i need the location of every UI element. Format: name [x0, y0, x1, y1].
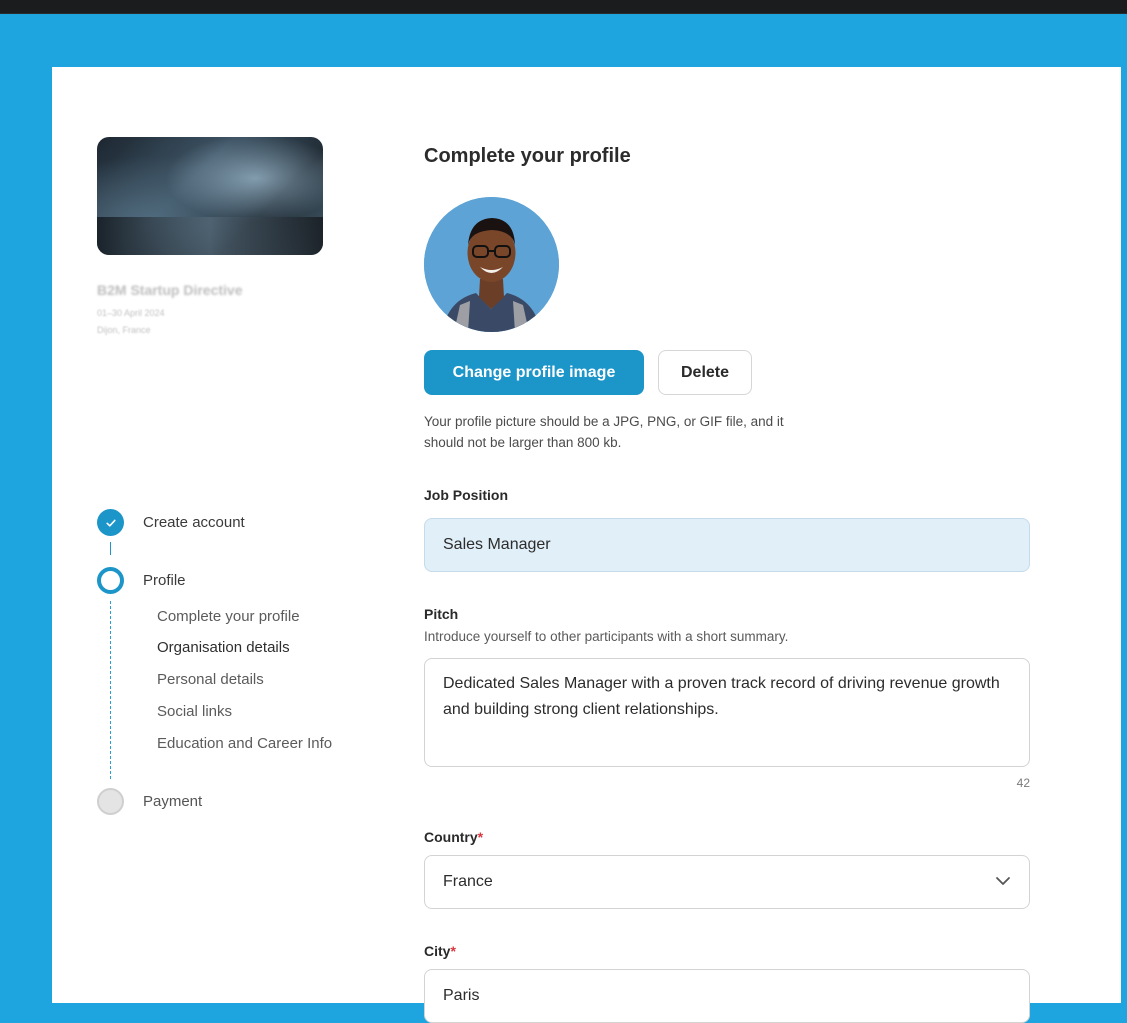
image-help-text: Your profile picture should be a JPG, PN…: [424, 414, 784, 450]
step-label: Create account: [143, 514, 245, 531]
country-label: Country*: [424, 829, 483, 845]
pitch-character-counter: 42: [1016, 776, 1030, 790]
pitch-label: Pitch: [424, 606, 459, 622]
city-field[interactable]: Paris: [424, 969, 1030, 1023]
step-payment[interactable]: Payment: [97, 788, 202, 815]
page-title: Complete your profile: [424, 145, 631, 167]
city-label-text: City: [424, 943, 451, 959]
avatar: [424, 197, 559, 332]
country-select[interactable]: France: [424, 855, 1030, 909]
country-label-text: Country: [424, 829, 478, 845]
pitch-textarea[interactable]: Dedicated Sales Manager with a proven tr…: [424, 658, 1030, 767]
delete-image-button[interactable]: Delete: [658, 350, 752, 395]
required-mark: *: [477, 829, 484, 845]
substep-connector: [110, 601, 111, 779]
chevron-down-icon: [995, 856, 1011, 908]
substep-complete-profile[interactable]: Complete your profile: [157, 605, 300, 628]
city-label: City*: [424, 943, 456, 959]
step-profile[interactable]: Profile: [97, 567, 186, 594]
event-image: [97, 137, 323, 255]
country-value: France: [443, 873, 493, 890]
event-title: B2M Startup Directive: [97, 282, 243, 298]
step-label: Payment: [143, 793, 203, 810]
stepper-connector: [110, 542, 111, 555]
change-profile-image-button[interactable]: Change profile image: [424, 350, 644, 395]
top-bar: [0, 0, 1127, 14]
event-location: Dijon, France: [97, 325, 151, 335]
substep-social-links[interactable]: Social links: [157, 700, 232, 723]
circle-icon: [97, 788, 124, 815]
ring-icon: [97, 567, 124, 594]
substep-education-career[interactable]: Education and Career Info: [157, 732, 347, 755]
step-create-account[interactable]: Create account: [97, 509, 245, 536]
substep-personal-details[interactable]: Personal details: [157, 668, 264, 691]
substep-organisation-details[interactable]: Organisation details: [157, 636, 290, 659]
event-date: 01–30 April 2024: [97, 308, 165, 318]
job-position-field[interactable]: Sales Manager: [424, 518, 1030, 572]
required-mark: *: [450, 943, 456, 959]
registration-card: B2M Startup Directive 01–30 April 2024 D…: [52, 67, 1121, 1023]
job-position-label: Job Position: [424, 487, 508, 503]
step-label: Profile: [143, 572, 186, 589]
check-icon: [97, 509, 124, 536]
pitch-help-text: Introduce yourself to other participants…: [424, 629, 789, 644]
